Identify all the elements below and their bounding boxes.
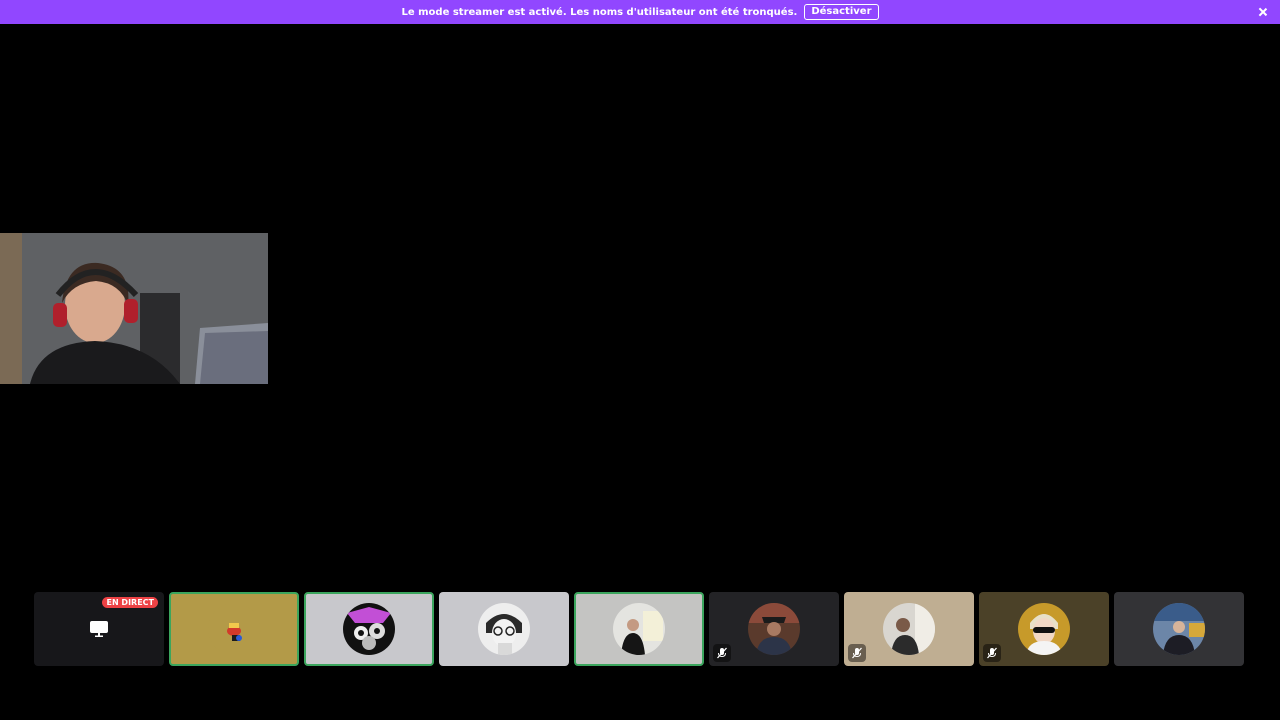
participant-tile[interactable]: [979, 592, 1109, 666]
stream-tile[interactable]: EN DIRECT: [34, 592, 164, 666]
participant-tile[interactable]: [1114, 592, 1244, 666]
streamer-mode-banner: Le mode streamer est activé. Les noms d'…: [0, 0, 1280, 24]
avatar: [343, 603, 395, 655]
live-badge: EN DIRECT: [102, 597, 158, 608]
participant-tile[interactable]: [169, 592, 299, 666]
participant-tiles: EN DIRECT: [34, 592, 1244, 666]
screen-share-icon: [90, 621, 108, 637]
avatar: [748, 603, 800, 655]
avatar: [883, 603, 935, 655]
webcam-video[interactable]: [0, 233, 268, 384]
avatar: [613, 603, 665, 655]
webcam-feed: [0, 233, 268, 384]
avatar: [1153, 603, 1205, 655]
participant-tile[interactable]: [709, 592, 839, 666]
avatar: [1018, 603, 1070, 655]
mic-muted-icon: [983, 644, 1001, 662]
participant-tile[interactable]: [844, 592, 974, 666]
avatar: [208, 603, 260, 655]
participant-tile[interactable]: [439, 592, 569, 666]
avatar: [478, 603, 530, 655]
streamer-mode-message: Le mode streamer est activé. Les noms d'…: [401, 6, 798, 18]
disable-streamer-mode-button[interactable]: Désactiver: [804, 4, 879, 20]
participant-tile[interactable]: [574, 592, 704, 666]
close-icon[interactable]: [1256, 5, 1270, 19]
mic-muted-icon: [848, 644, 866, 662]
mic-muted-icon: [713, 644, 731, 662]
participant-tile[interactable]: [304, 592, 434, 666]
